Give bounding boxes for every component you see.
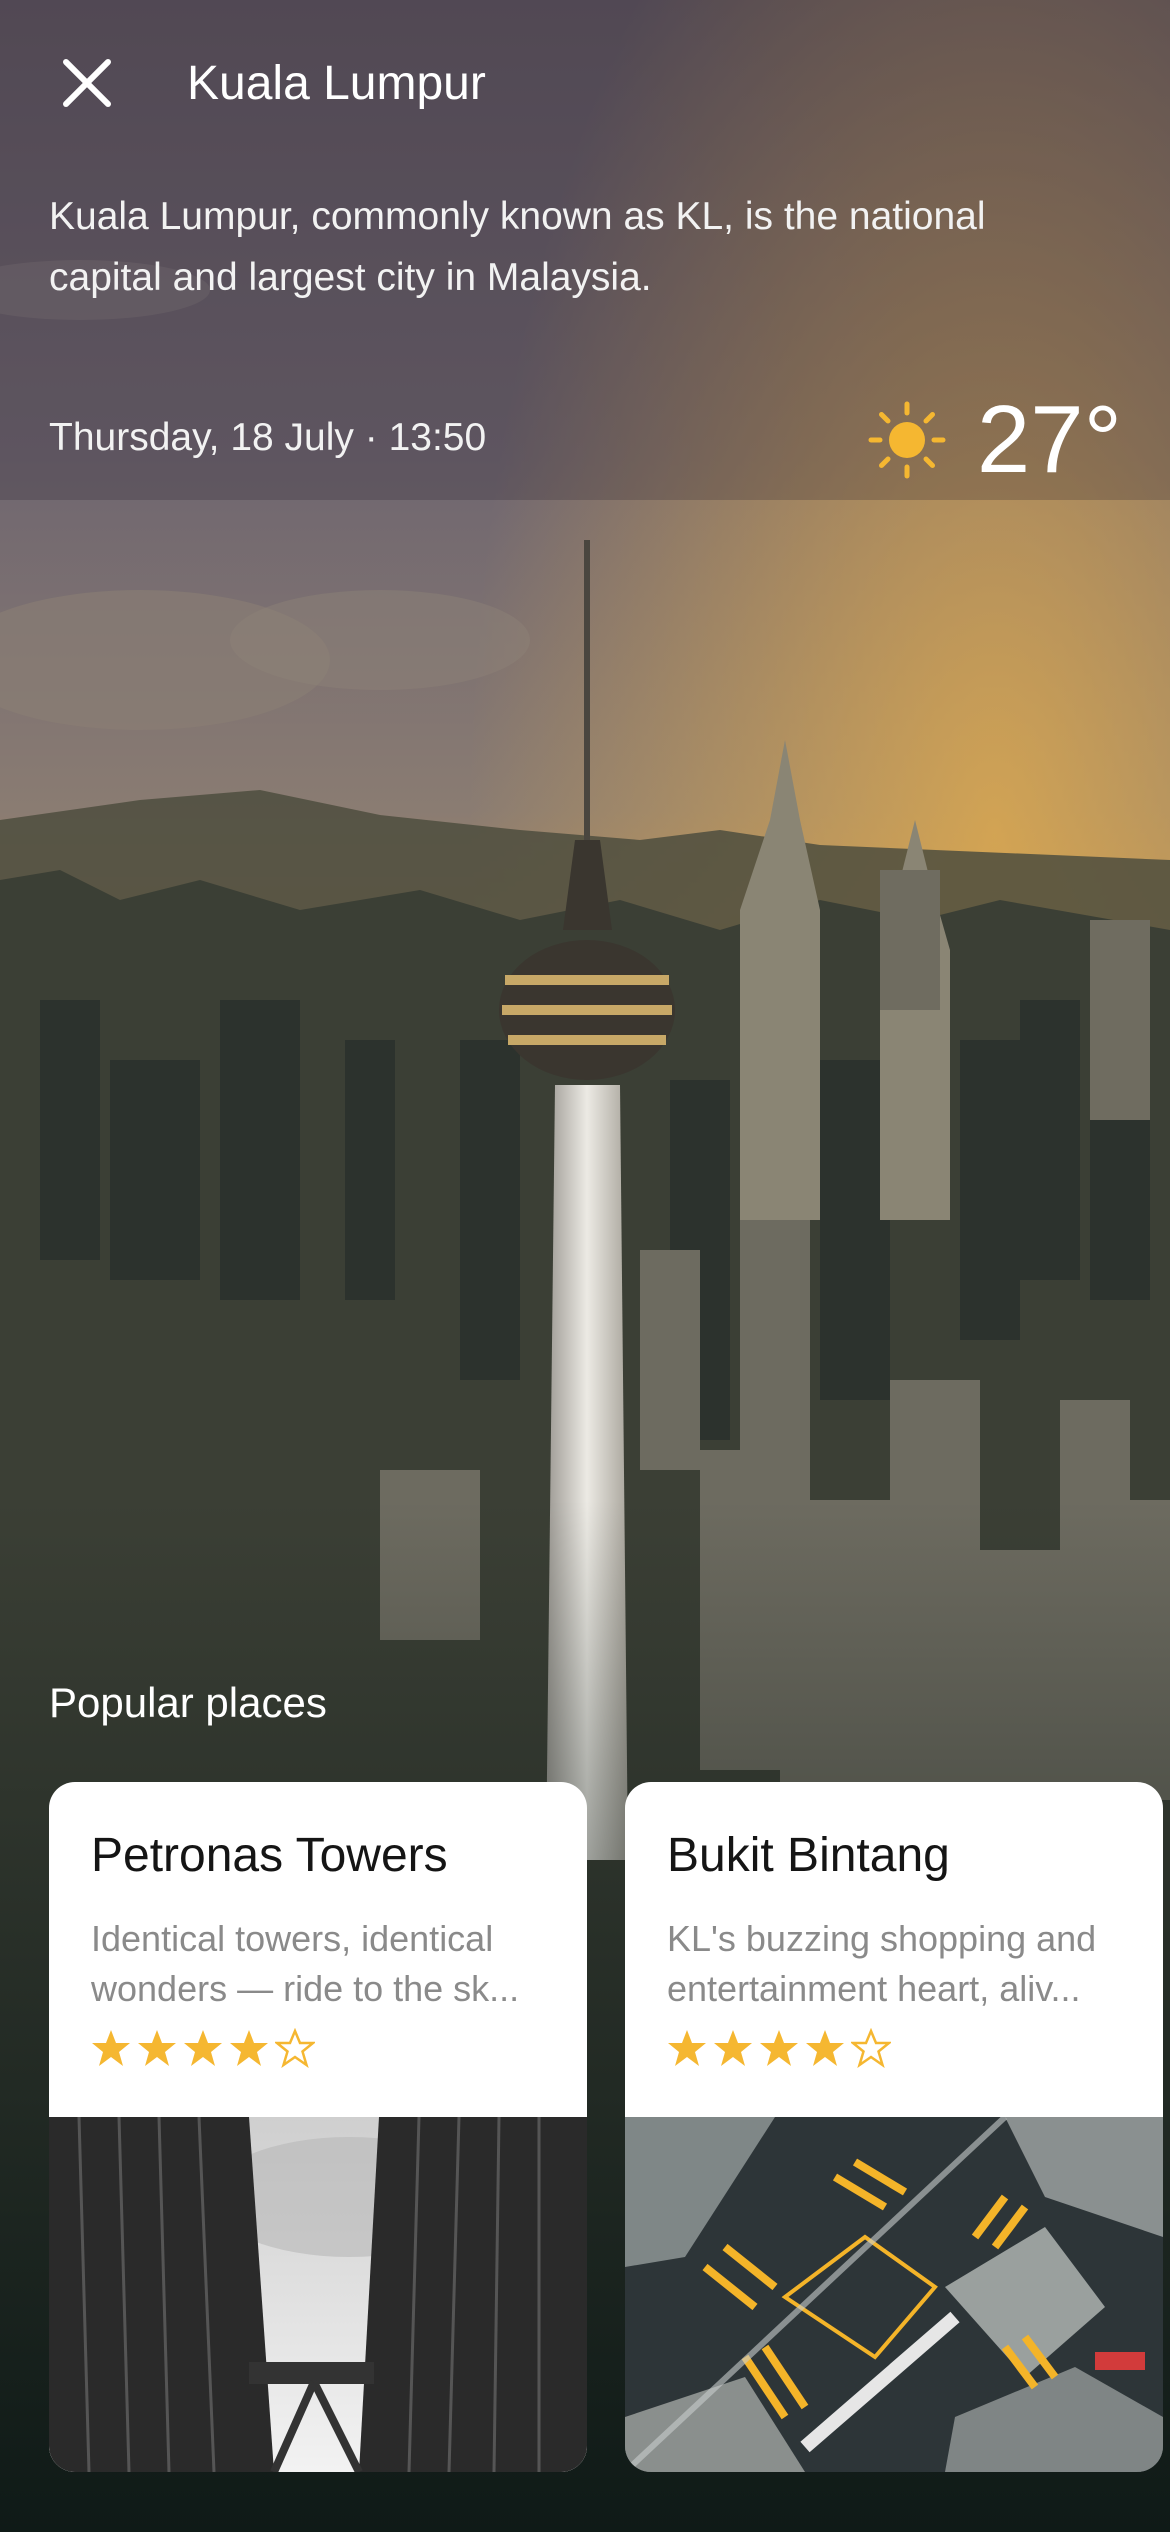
star-filled-icon xyxy=(230,2030,268,2066)
card-body: Bukit Bintang KL's buzzing shopping and … xyxy=(667,1826,1127,2074)
petronas-towers-image xyxy=(49,2117,587,2472)
star-filled-icon xyxy=(668,2030,706,2066)
place-name: Petronas Towers xyxy=(91,1829,448,1882)
place-name: Bukit Bintang xyxy=(667,1829,950,1882)
city-description: Kuala Lumpur, commonly known as KL, is t… xyxy=(49,195,986,299)
weather-widget: 27° xyxy=(867,385,1122,495)
rating-stars xyxy=(667,2028,1127,2074)
date-time-label: Thursday, 18 July · 13:50 xyxy=(49,416,487,459)
star-filled-icon xyxy=(806,2030,844,2066)
close-icon[interactable] xyxy=(52,48,122,118)
close-button[interactable] xyxy=(52,48,122,118)
star-filled-icon xyxy=(714,2030,752,2066)
star-filled-icon xyxy=(138,2030,176,2066)
place-description: KL's buzzing shopping and entertainment … xyxy=(667,1918,1097,2009)
top-bar: Kuala Lumpur xyxy=(0,0,1170,170)
bukit-bintang-image xyxy=(625,2117,1163,2472)
temperature: 27° xyxy=(976,386,1122,493)
page-title: Kuala Lumpur xyxy=(187,57,486,110)
sun-icon xyxy=(868,401,946,479)
rating-stars xyxy=(91,2028,551,2074)
star-filled-icon xyxy=(760,2030,798,2066)
star-filled-icon xyxy=(92,2030,130,2066)
card-body: Petronas Towers Identical towers, identi… xyxy=(91,1826,551,2074)
star-filled-icon xyxy=(184,2030,222,2066)
place-description: Identical towers, identical wonders — ri… xyxy=(91,1918,520,2009)
place-card-petronas-towers[interactable]: Petronas Towers Identical towers, identi… xyxy=(49,1782,587,2472)
popular-places-heading: Popular places xyxy=(49,1679,327,1726)
star-outline-icon xyxy=(851,2028,891,2068)
place-card-bukit-bintang[interactable]: Bukit Bintang KL's buzzing shopping and … xyxy=(625,1782,1163,2472)
star-outline-icon xyxy=(275,2028,315,2068)
